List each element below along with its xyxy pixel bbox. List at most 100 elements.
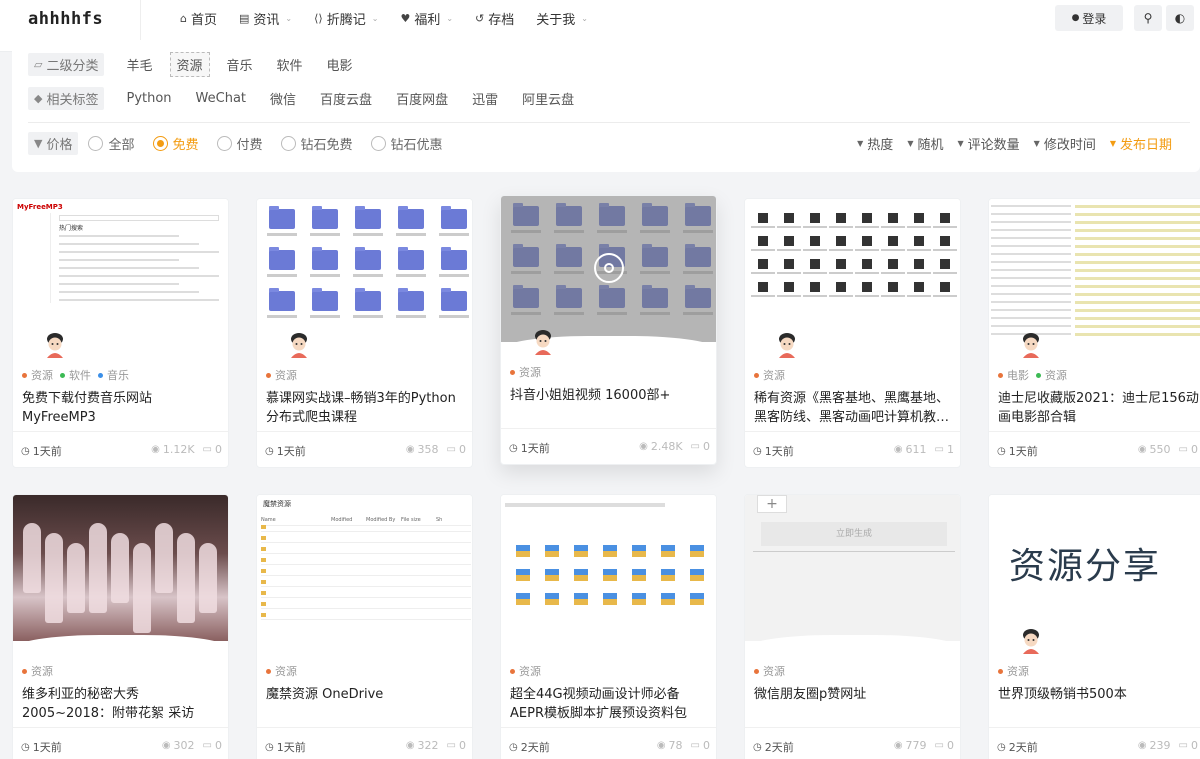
card-title[interactable]: 世界顶级畅销书500本 (998, 685, 1200, 723)
post-card[interactable]: 资源 超全44G视频动画设计师必备AEPR模板脚本扩展预设资料包 ◷ 2天前 ◉ 78 ▭ 0 (500, 494, 717, 759)
avatar[interactable] (1019, 628, 1043, 654)
nav-item-5[interactable]: 关于我 ⌄ (536, 9, 588, 28)
thumb-line (59, 275, 219, 277)
tag-option-3[interactable]: 百度云盘 (320, 89, 372, 108)
category-tag[interactable]: 资源 (510, 364, 541, 380)
eye-icon: ◉ (639, 441, 648, 452)
avatar[interactable] (775, 332, 799, 358)
avatar[interactable] (287, 332, 311, 358)
price-radio-3[interactable]: 钻石免费 (280, 134, 353, 153)
post-card[interactable]: 资源 稀有资源《黑客基地、黑鹰基地、黑客防线、黑客动画吧计算机教… ◷ 1天前 ◉ 611… (744, 198, 961, 468)
category-option-4[interactable]: 电影 (327, 55, 353, 74)
category-tag[interactable]: 软件 (60, 367, 91, 383)
category-tag[interactable]: 电影 (998, 367, 1029, 383)
category-option-0[interactable]: 羊毛 (126, 55, 152, 74)
post-card[interactable]: 资源分享 资源 世界顶级畅销书500本 ◷ 2天前 ◉ 239 ▭ 0 (988, 494, 1200, 759)
price-radio-2[interactable]: 付费 (216, 134, 263, 153)
post-card[interactable]: + 立即生成 资源 微信朋友圈p赞网址 ◷ 2天前 ◉ 779 ▭ 0 (744, 494, 961, 759)
thumb-row (261, 597, 471, 598)
file-caption (881, 226, 905, 228)
card-title[interactable]: 稀有资源《黑客基地、黑鹰基地、黑客防线、黑客动画吧计算机教… (754, 389, 956, 427)
radio-circle (216, 136, 232, 151)
tag-option-1[interactable]: WeChat (196, 91, 246, 106)
sort-option-1[interactable]: ▼ 随机 (907, 134, 943, 153)
card-title[interactable]: 微信朋友圈p赞网址 (754, 685, 956, 723)
category-tag[interactable]: 资源 (266, 367, 297, 383)
category-tag[interactable]: 资源 (266, 663, 297, 679)
file-item (829, 282, 853, 297)
card-tags: 资源 (22, 663, 60, 679)
tag-option-0[interactable]: Python (126, 91, 171, 106)
card-title[interactable]: 迪士尼收藏版2021：迪士尼156动画电影部合辑 (998, 389, 1200, 427)
card-title[interactable]: 慕课网实战课–畅销3年的Python分布式爬虫课程 (266, 389, 468, 427)
search-button[interactable]: ⚲ (1134, 5, 1162, 31)
app-icon (632, 545, 646, 557)
price-radio-0[interactable]: 全部 (88, 134, 135, 153)
post-card[interactable]: 资源 维多利亚的秘密大秀2005~2018：附带花絮 采访 ◷ 1天前 ◉ 302 ▭ 0 (12, 494, 229, 759)
price-radio-4[interactable]: 钻石优惠 (370, 134, 443, 153)
card-thumbnail[interactable] (745, 199, 960, 345)
category-tag[interactable]: 资源 (22, 663, 53, 679)
category-option-1[interactable]: 资源 (169, 52, 210, 77)
card-thumbnail[interactable]: 魔禁资源 Name Modified Modified By File size Sh (257, 495, 472, 641)
tag-option-2[interactable]: 微信 (270, 89, 296, 108)
nav-item-1[interactable]: ▤ 资讯 ⌄ (239, 9, 292, 28)
card-thumbnail[interactable] (13, 495, 228, 641)
tag-option-4[interactable]: 百度网盘 (396, 89, 448, 108)
clock-icon: ◷ (21, 741, 30, 753)
generate-button[interactable]: 立即生成 (761, 522, 947, 546)
nav-item-3[interactable]: ♥ 福利 ⌄ (400, 9, 453, 28)
card-thumbnail[interactable]: 资源分享 (989, 495, 1200, 641)
card-title[interactable]: 维多利亚的秘密大秀2005~2018：附带花絮 采访 (22, 685, 224, 723)
category-tag[interactable]: 资源 (754, 367, 785, 383)
thumb-line (59, 235, 179, 237)
plus-icon[interactable]: + (757, 495, 787, 513)
tag-option-6[interactable]: 阿里云盘 (522, 89, 574, 108)
nav-item-2[interactable]: ⟨⟩ 折腾记 ⌄ (314, 9, 378, 28)
sort-option-0[interactable]: ▼ 热度 (857, 134, 893, 153)
category-tag[interactable]: 资源 (1036, 367, 1067, 383)
post-card[interactable]: 资源 慕课网实战课–畅销3年的Python分布式爬虫课程 ◷ 1天前 ◉ 358 ▭ 0 (256, 198, 473, 468)
sort-option-2[interactable]: ▼ 评论数量 (957, 134, 1019, 153)
tag-option-5[interactable]: 迅雷 (472, 89, 498, 108)
file-item (855, 236, 879, 251)
card-thumbnail[interactable]: MyFreeMP3 热门搜索 (13, 199, 228, 345)
theme-toggle-button[interactable]: ◐ (1166, 5, 1194, 31)
card-thumbnail[interactable]: + 立即生成 (745, 495, 960, 641)
file-caption (751, 295, 775, 297)
card-thumbnail[interactable] (501, 495, 716, 641)
post-card[interactable]: 资源 抖音小姐姐视频 16000部+ ◷ 1天前 ◉ 2.48K ▭ 0 (500, 195, 717, 465)
category-tag[interactable]: 资源 (510, 663, 541, 679)
login-button[interactable]: ● 登录 (1055, 5, 1123, 31)
site-logo[interactable]: ahhhhfs (28, 9, 103, 29)
post-card[interactable]: 魔禁资源 Name Modified Modified By File size Sh 资源… (256, 494, 473, 759)
card-thumbnail[interactable] (501, 196, 716, 342)
card-thumbnail[interactable] (257, 199, 472, 345)
avatar[interactable] (531, 329, 555, 355)
sort-option-4[interactable]: ▼ 发布日期 (1110, 134, 1172, 153)
comment-icon: ▭ (690, 441, 700, 452)
category-option-3[interactable]: 软件 (277, 55, 303, 74)
card-title[interactable]: 抖音小姐姐视频 16000部+ (510, 386, 712, 424)
sort-option-3[interactable]: ▼ 修改时间 (1034, 134, 1096, 153)
category-tag[interactable]: 资源 (22, 367, 53, 383)
avatar[interactable] (43, 332, 67, 358)
avatar[interactable] (1019, 332, 1043, 358)
category-tag[interactable]: 资源 (998, 663, 1029, 679)
post-card[interactable]: 电影 资源 迪士尼收藏版2021：迪士尼156动画电影部合辑 ◷ 1天前 ◉ 550 ▭ 0 (988, 198, 1200, 468)
dot-icon (266, 372, 271, 378)
nav-item-4[interactable]: ↺ 存档 (475, 9, 514, 28)
eye-icon: ◉ (151, 444, 160, 455)
category-option-2[interactable]: 音乐 (227, 55, 253, 74)
card-title[interactable]: 魔禁资源 OneDrive (266, 685, 468, 723)
card-title[interactable]: 超全44G视频动画设计师必备AEPR模板脚本扩展预设资料包 (510, 685, 712, 723)
category-tag[interactable]: 资源 (754, 663, 785, 679)
category-tag[interactable]: 音乐 (98, 367, 129, 383)
post-card[interactable]: MyFreeMP3 热门搜索 资源 软件 音乐 免费下载付费音乐网站 MyFreeMP3 ◷… (12, 198, 229, 468)
card-thumbnail[interactable] (989, 199, 1200, 345)
play-icon[interactable] (594, 253, 624, 283)
card-title[interactable]: 免费下载付费音乐网站 MyFreeMP3 (22, 389, 224, 427)
app-icon (574, 569, 588, 581)
price-radio-1[interactable]: 免费 (152, 134, 199, 153)
nav-item-0[interactable]: ⌂ 首页 (180, 9, 217, 28)
